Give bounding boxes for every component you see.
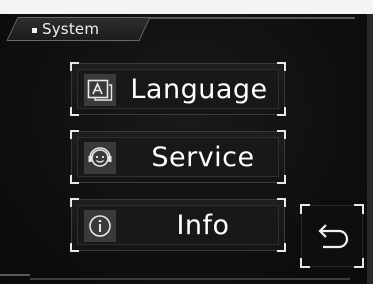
language-button[interactable]: Language [70, 62, 286, 116]
language-label: Language [130, 73, 268, 105]
corner-accent [70, 175, 79, 184]
page-title: System [42, 20, 100, 38]
corner-accent [300, 204, 310, 214]
square-bullet-icon [32, 28, 37, 33]
corner-accent [70, 62, 79, 71]
back-arrow-icon [318, 224, 349, 249]
corner-accent [70, 130, 79, 139]
corner-accent [277, 198, 286, 207]
info-button[interactable]: Info [70, 198, 286, 252]
corner-accent [300, 258, 310, 268]
info-label: Info [176, 209, 230, 241]
corner-accent [354, 204, 364, 214]
corner-accent [277, 175, 286, 184]
corner-accent [70, 198, 79, 207]
service-label: Service [151, 141, 255, 173]
corner-accent [277, 243, 286, 252]
corner-accent [70, 107, 79, 116]
service-button[interactable]: Service [70, 130, 286, 184]
frame-bottom-line [30, 278, 350, 280]
language-icon [84, 74, 116, 106]
service-face-icon [84, 142, 116, 174]
top-bar [0, 0, 373, 14]
frame-line-top [150, 17, 355, 19]
frame-right-edge [367, 14, 373, 284]
back-button[interactable] [300, 204, 364, 268]
corner-accent [277, 107, 286, 116]
corner-accent [277, 130, 286, 139]
corner-accent [70, 243, 79, 252]
frame-bottom-left-accent [0, 274, 30, 284]
corner-accent [354, 258, 364, 268]
info-icon [84, 210, 116, 242]
corner-accent [277, 62, 286, 71]
system-screen: System Language Service Info [0, 0, 373, 284]
